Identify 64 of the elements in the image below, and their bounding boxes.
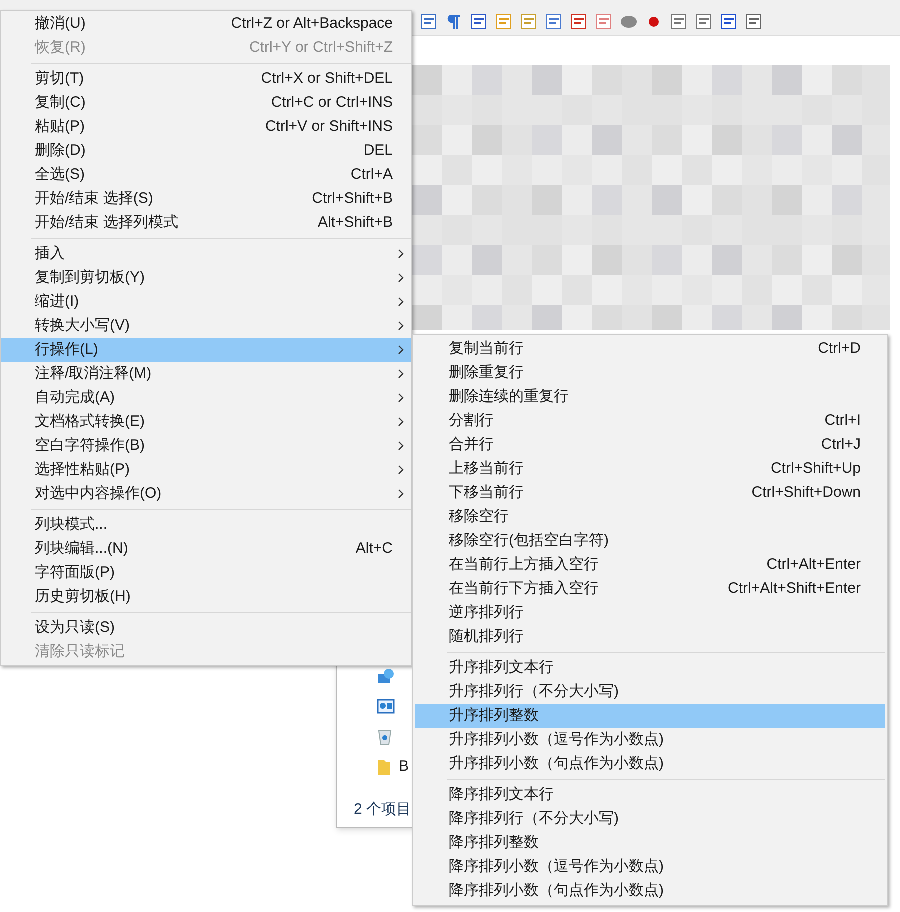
menu-item[interactable]: 全选(S) Ctrl+A: [1, 163, 411, 187]
menu-item[interactable]: 选择性粘贴(P): [1, 458, 411, 482]
menu-item[interactable]: 行操作(L): [1, 338, 411, 362]
menu-item[interactable]: 在当前行上方插入空行 Ctrl+Alt+Enter: [415, 553, 885, 577]
menu-item[interactable]: 逆序排列行: [415, 601, 885, 625]
menu-item[interactable]: 降序排列整数: [415, 831, 885, 855]
menu-item[interactable]: 列块模式...: [1, 513, 411, 537]
chevron-right-icon: [398, 489, 404, 499]
menu-item[interactable]: 随机排列行: [415, 625, 885, 649]
menu-item[interactable]: 升序排列整数: [415, 704, 885, 728]
menu-item[interactable]: 删除连续的重复行: [415, 385, 885, 409]
menu-item[interactable]: 上移当前行 Ctrl+Shift+Up: [415, 457, 885, 481]
chevron-right-icon: [398, 249, 404, 259]
menu-item[interactable]: 删除(D) DEL: [1, 139, 411, 163]
chevron-right-icon: [398, 345, 404, 355]
menu-item[interactable]: 复制当前行 Ctrl+D: [415, 337, 885, 361]
menu-item[interactable]: 降序排列小数（句点作为小数点): [415, 879, 885, 903]
menu-item[interactable]: 合并行 Ctrl+J: [415, 433, 885, 457]
menu-item[interactable]: 粘贴(P) Ctrl+V or Shift+INS: [1, 115, 411, 139]
menu-item[interactable]: 对选中内容操作(O): [1, 482, 411, 506]
menu-item[interactable]: 开始/结束 选择(S) Ctrl+Shift+B: [1, 187, 411, 211]
menu-item[interactable]: 移除空行(包括空白字符): [415, 529, 885, 553]
menu-item[interactable]: 分割行 Ctrl+I: [415, 409, 885, 433]
chevron-right-icon: [398, 393, 404, 403]
menu-item[interactable]: 移除空行: [415, 505, 885, 529]
menu-item[interactable]: 下移当前行 Ctrl+Shift+Down: [415, 481, 885, 505]
menu-item[interactable]: 复制(C) Ctrl+C or Ctrl+INS: [1, 91, 411, 115]
menu-item[interactable]: 注释/取消注释(M): [1, 362, 411, 386]
chevron-right-icon: [398, 465, 404, 475]
menu-item[interactable]: 升序排列小数（句点作为小数点): [415, 752, 885, 776]
menu-item[interactable]: 历史剪切板(H): [1, 585, 411, 609]
menu-item[interactable]: 在当前行下方插入空行 Ctrl+Alt+Shift+Enter: [415, 577, 885, 601]
menu-item[interactable]: 设为只读(S): [1, 616, 411, 640]
menu-item[interactable]: 删除重复行: [415, 361, 885, 385]
chevron-right-icon: [398, 273, 404, 283]
chevron-right-icon: [398, 321, 404, 331]
menu-item[interactable]: 升序排列文本行: [415, 656, 885, 680]
chevron-right-icon: [398, 417, 404, 427]
menu-item[interactable]: 降序排列小数（逗号作为小数点): [415, 855, 885, 879]
chevron-right-icon: [398, 369, 404, 379]
menu-item[interactable]: 空白字符操作(B): [1, 434, 411, 458]
status-text: 2 个项目: [354, 800, 412, 820]
control-panel-icon: [377, 699, 395, 715]
menu-item[interactable]: 复制到剪切板(Y): [1, 266, 411, 290]
menu-item[interactable]: 降序排列文本行: [415, 783, 885, 807]
chevron-right-icon: [398, 297, 404, 307]
menu-item[interactable]: 列块编辑...(N) Alt+C: [1, 537, 411, 561]
menu-item[interactable]: 插入: [1, 242, 411, 266]
menu-item[interactable]: 转换大小写(V): [1, 314, 411, 338]
menu-item[interactable]: 升序排列小数（逗号作为小数点): [415, 728, 885, 752]
chevron-right-icon: [398, 441, 404, 451]
menu-item[interactable]: 撤消(U) Ctrl+Z or Alt+Backspace: [1, 12, 411, 36]
menu-item[interactable]: 文档格式转换(E): [1, 410, 411, 434]
explorer-item-label: B: [399, 756, 410, 777]
menu-item[interactable]: 字符面版(P): [1, 561, 411, 585]
globe-computer-icon: [377, 668, 395, 686]
menu-item[interactable]: 降序排列行（不分大小写): [415, 807, 885, 831]
menu-item[interactable]: 剪切(T) Ctrl+X or Shift+DEL: [1, 67, 411, 91]
pilcrow-icon[interactable]: [445, 12, 463, 30]
menu-item[interactable]: 开始/结束 选择列模式 Alt+Shift+B: [1, 211, 411, 235]
menu-item[interactable]: 升序排列行（不分大小写): [415, 680, 885, 704]
menu-item[interactable]: 自动完成(A): [1, 386, 411, 410]
recycle-bin-icon: [377, 728, 393, 746]
menu-item[interactable]: 缩进(I): [1, 290, 411, 314]
